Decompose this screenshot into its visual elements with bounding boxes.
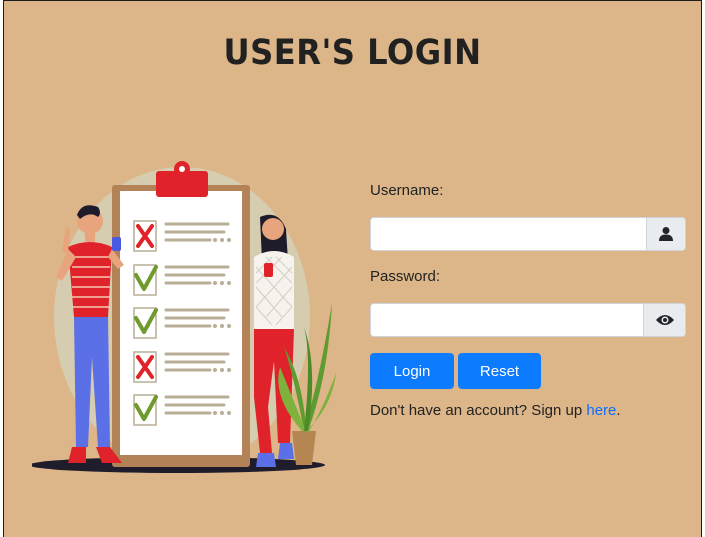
signup-prompt: Don't have an account? Sign up [370, 402, 587, 419]
password-input[interactable] [371, 304, 643, 336]
login-button[interactable]: Login [370, 353, 454, 389]
signup-period: . [616, 402, 621, 419]
username-input[interactable] [371, 218, 646, 250]
reset-button[interactable]: Reset [458, 353, 541, 389]
username-label: Username: [370, 182, 444, 199]
password-input-group [370, 303, 686, 337]
user-icon [646, 218, 685, 250]
form-buttons: Login Reset [370, 353, 686, 389]
page-title: USER'S LOGIN [223, 33, 482, 73]
login-page: USER'S LOGIN Username: Password: Login R… [3, 0, 702, 537]
username-input-group [370, 217, 686, 251]
signup-link[interactable]: here [586, 402, 616, 419]
login-form: Username: Password: Login Reset Don't ha… [370, 181, 686, 419]
signup-text: Don't have an account? Sign up here. [370, 402, 686, 419]
checklist-illustration [32, 161, 336, 473]
eye-icon[interactable] [643, 304, 685, 336]
password-label: Password: [370, 268, 441, 285]
